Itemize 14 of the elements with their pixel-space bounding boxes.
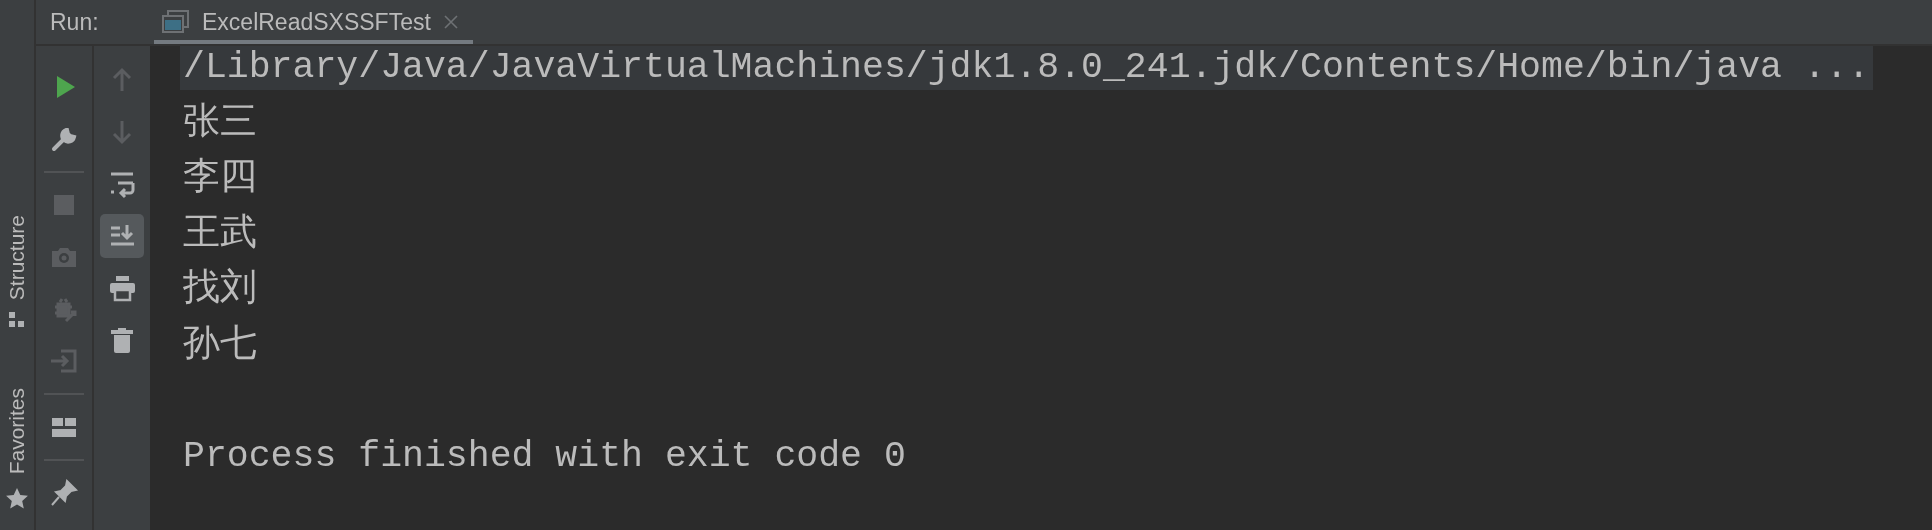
console-line: 张三: [182, 101, 258, 146]
sidebar-tab[interactable]: Structure: [5, 215, 29, 329]
console-line: 王武: [182, 212, 258, 257]
structure-icon: [9, 312, 25, 329]
console-line: 找刘: [182, 268, 258, 312]
sidebar-tab[interactable]: Favorites: [5, 388, 29, 511]
console-line: 孙七: [182, 323, 258, 368]
panel-title: Run:: [50, 8, 100, 36]
scroll-to-end-icon[interactable]: [100, 214, 144, 258]
star-icon: [5, 486, 29, 511]
close-icon[interactable]: [442, 14, 459, 30]
console-line: 李四: [182, 157, 258, 201]
console-window-icon: [162, 10, 190, 34]
console-line: Process finished with exit code 0: [182, 434, 907, 479]
